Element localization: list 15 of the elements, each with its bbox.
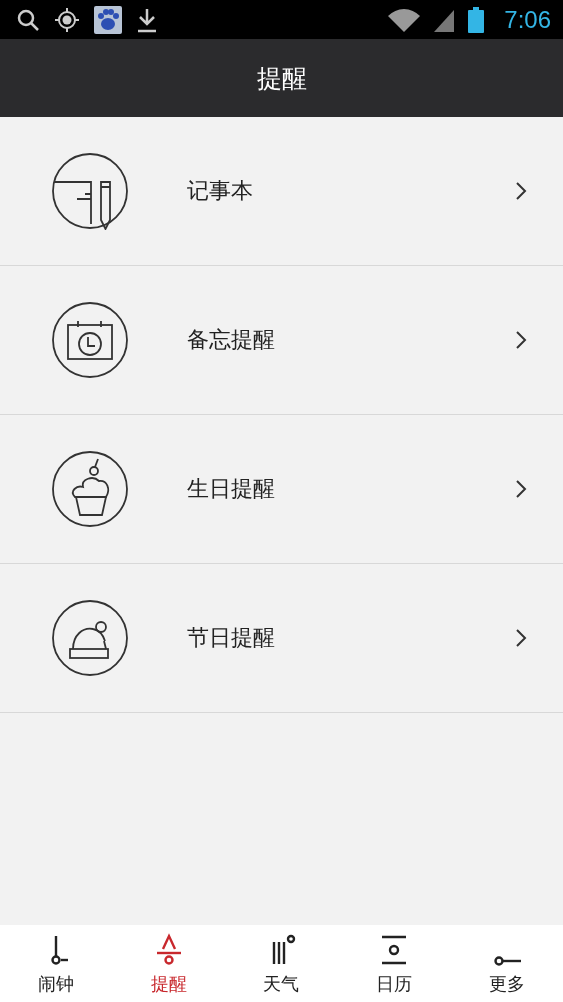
reminder-list-item[interactable]: 备忘提醒 [0, 266, 563, 415]
page-title: 提醒 [256, 62, 307, 95]
reminder-list-item[interactable]: 记事本 [0, 117, 563, 266]
status-time: 7:06 [504, 5, 551, 34]
item-label: 备忘提醒 [187, 326, 276, 354]
nav-tab[interactable]: 更多 [450, 925, 563, 1002]
item-label: 节日提醒 [187, 624, 276, 652]
nav-tab[interactable]: 天气 [225, 925, 338, 1002]
nav-tab[interactable]: 提醒 [112, 925, 226, 1002]
reminder-list-item[interactable]: 节日提醒 [0, 564, 563, 713]
item-label: 生日提醒 [187, 475, 276, 503]
nav-tab[interactable]: 闹钟 [0, 925, 113, 1002]
nav-tab[interactable]: 日历 [337, 925, 451, 1002]
item-label: 记事本 [187, 177, 254, 205]
reminder-list-item[interactable]: 生日提醒 [0, 415, 563, 564]
